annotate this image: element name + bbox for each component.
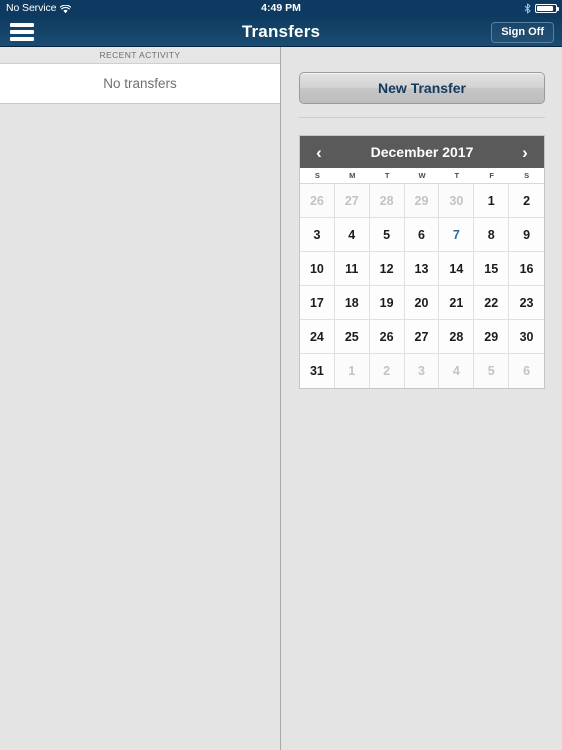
calendar-day[interactable]: 27 (404, 320, 440, 354)
calendar-day[interactable]: 3 (300, 218, 335, 252)
transfer-detail-panel: New Transfer ‹ December 2017 › S M T W T F S 2… (282, 47, 562, 750)
calendar-day[interactable]: 21 (439, 286, 475, 320)
calendar-day[interactable]: 10 (300, 252, 335, 286)
calendar-day[interactable]: 20 (404, 286, 440, 320)
calendar-day[interactable]: 5 (474, 354, 510, 388)
calendar-day[interactable]: 22 (474, 286, 510, 320)
calendar-day[interactable]: 31 (300, 354, 335, 388)
calendar-weekday: M (349, 171, 356, 180)
calendar-day[interactable]: 26 (300, 184, 335, 218)
calendar-weekday: T (384, 171, 390, 180)
calendar-day[interactable]: 11 (334, 252, 370, 286)
calendar-day[interactable]: 30 (509, 320, 544, 354)
page-title: Transfers (241, 22, 321, 41)
calendar-day[interactable]: 12 (369, 252, 405, 286)
calendar-day[interactable]: 1 (334, 354, 370, 388)
calendar-day[interactable]: 13 (404, 252, 440, 286)
new-transfer-button[interactable]: New Transfer (299, 72, 545, 104)
calendar-day[interactable]: 28 (439, 320, 475, 354)
calendar-weekday: S (524, 171, 530, 180)
calendar-day[interactable]: 19 (369, 286, 405, 320)
new-transfer-container: New Transfer (282, 47, 562, 104)
calendar-day[interactable]: 15 (474, 252, 510, 286)
calendar-month-title: December 2017 (370, 144, 474, 160)
calendar-day[interactable]: 6 (509, 354, 544, 388)
calendar-day[interactable]: 28 (369, 184, 405, 218)
calendar-day[interactable]: 30 (439, 184, 475, 218)
calendar-day[interactable]: 2 (509, 184, 544, 218)
status-bar-time: 4:49 PM (261, 2, 301, 14)
calendar-day[interactable]: 2 (369, 354, 405, 388)
recent-activity-header: RECENT ACTIVITY (0, 47, 280, 64)
calendar-header: ‹ December 2017 › (300, 136, 544, 168)
calendar-day[interactable]: 14 (439, 252, 475, 286)
calendar-day-today[interactable]: 7 (439, 218, 475, 252)
calendar-day[interactable]: 1 (474, 184, 510, 218)
calendar-day-grid: 26 27 28 29 30 1 2 3 4 5 6 7 8 9 10 11 12 13 14 15 16 17 18 19 2… (300, 184, 544, 388)
calendar-day[interactable]: 6 (404, 218, 440, 252)
panel-divider (299, 117, 545, 118)
recent-activity-panel: RECENT ACTIVITY No transfers (0, 47, 281, 750)
calendar-day[interactable]: 23 (509, 286, 544, 320)
navigation-bar: Transfers Sign Off (0, 16, 562, 47)
calendar-day[interactable]: 4 (334, 218, 370, 252)
calendar-weekday: T (454, 171, 460, 180)
calendar-day[interactable]: 26 (369, 320, 405, 354)
calendar-day[interactable]: 5 (369, 218, 405, 252)
calendar-day[interactable]: 9 (509, 218, 544, 252)
chevron-left-icon[interactable]: ‹ (310, 144, 328, 161)
status-bar-right (524, 3, 559, 14)
no-transfers-message: No transfers (0, 64, 280, 104)
calendar-day[interactable]: 18 (334, 286, 370, 320)
calendar-weekday: F (489, 171, 494, 180)
status-bar: No Service 4:49 PM (0, 0, 562, 16)
calendar-day[interactable]: 16 (509, 252, 544, 286)
calendar-day[interactable]: 3 (404, 354, 440, 388)
sign-off-button[interactable]: Sign Off (491, 22, 554, 43)
calendar-weekday: S (314, 171, 320, 180)
bluetooth-icon (524, 3, 531, 14)
calendar-day[interactable]: 25 (334, 320, 370, 354)
calendar-weekday-row: SMTWTFS (300, 168, 544, 184)
calendar-day[interactable]: 8 (474, 218, 510, 252)
calendar-day[interactable]: 4 (439, 354, 475, 388)
calendar-day[interactable]: 24 (300, 320, 335, 354)
calendar-widget: ‹ December 2017 › SMTWTFS 26 27 28 29 30 1 2 3 4… (299, 135, 545, 389)
calendar-day[interactable]: 17 (300, 286, 335, 320)
battery-icon (535, 3, 559, 13)
app-root: No Service 4:49 PM Transfers Sign Off RE… (0, 0, 562, 750)
calendar-day[interactable]: 29 (404, 184, 440, 218)
chevron-right-icon[interactable]: › (516, 144, 534, 161)
calendar-day[interactable]: 27 (334, 184, 370, 218)
calendar-day[interactable]: 29 (474, 320, 510, 354)
calendar-weekday: W (418, 171, 426, 180)
